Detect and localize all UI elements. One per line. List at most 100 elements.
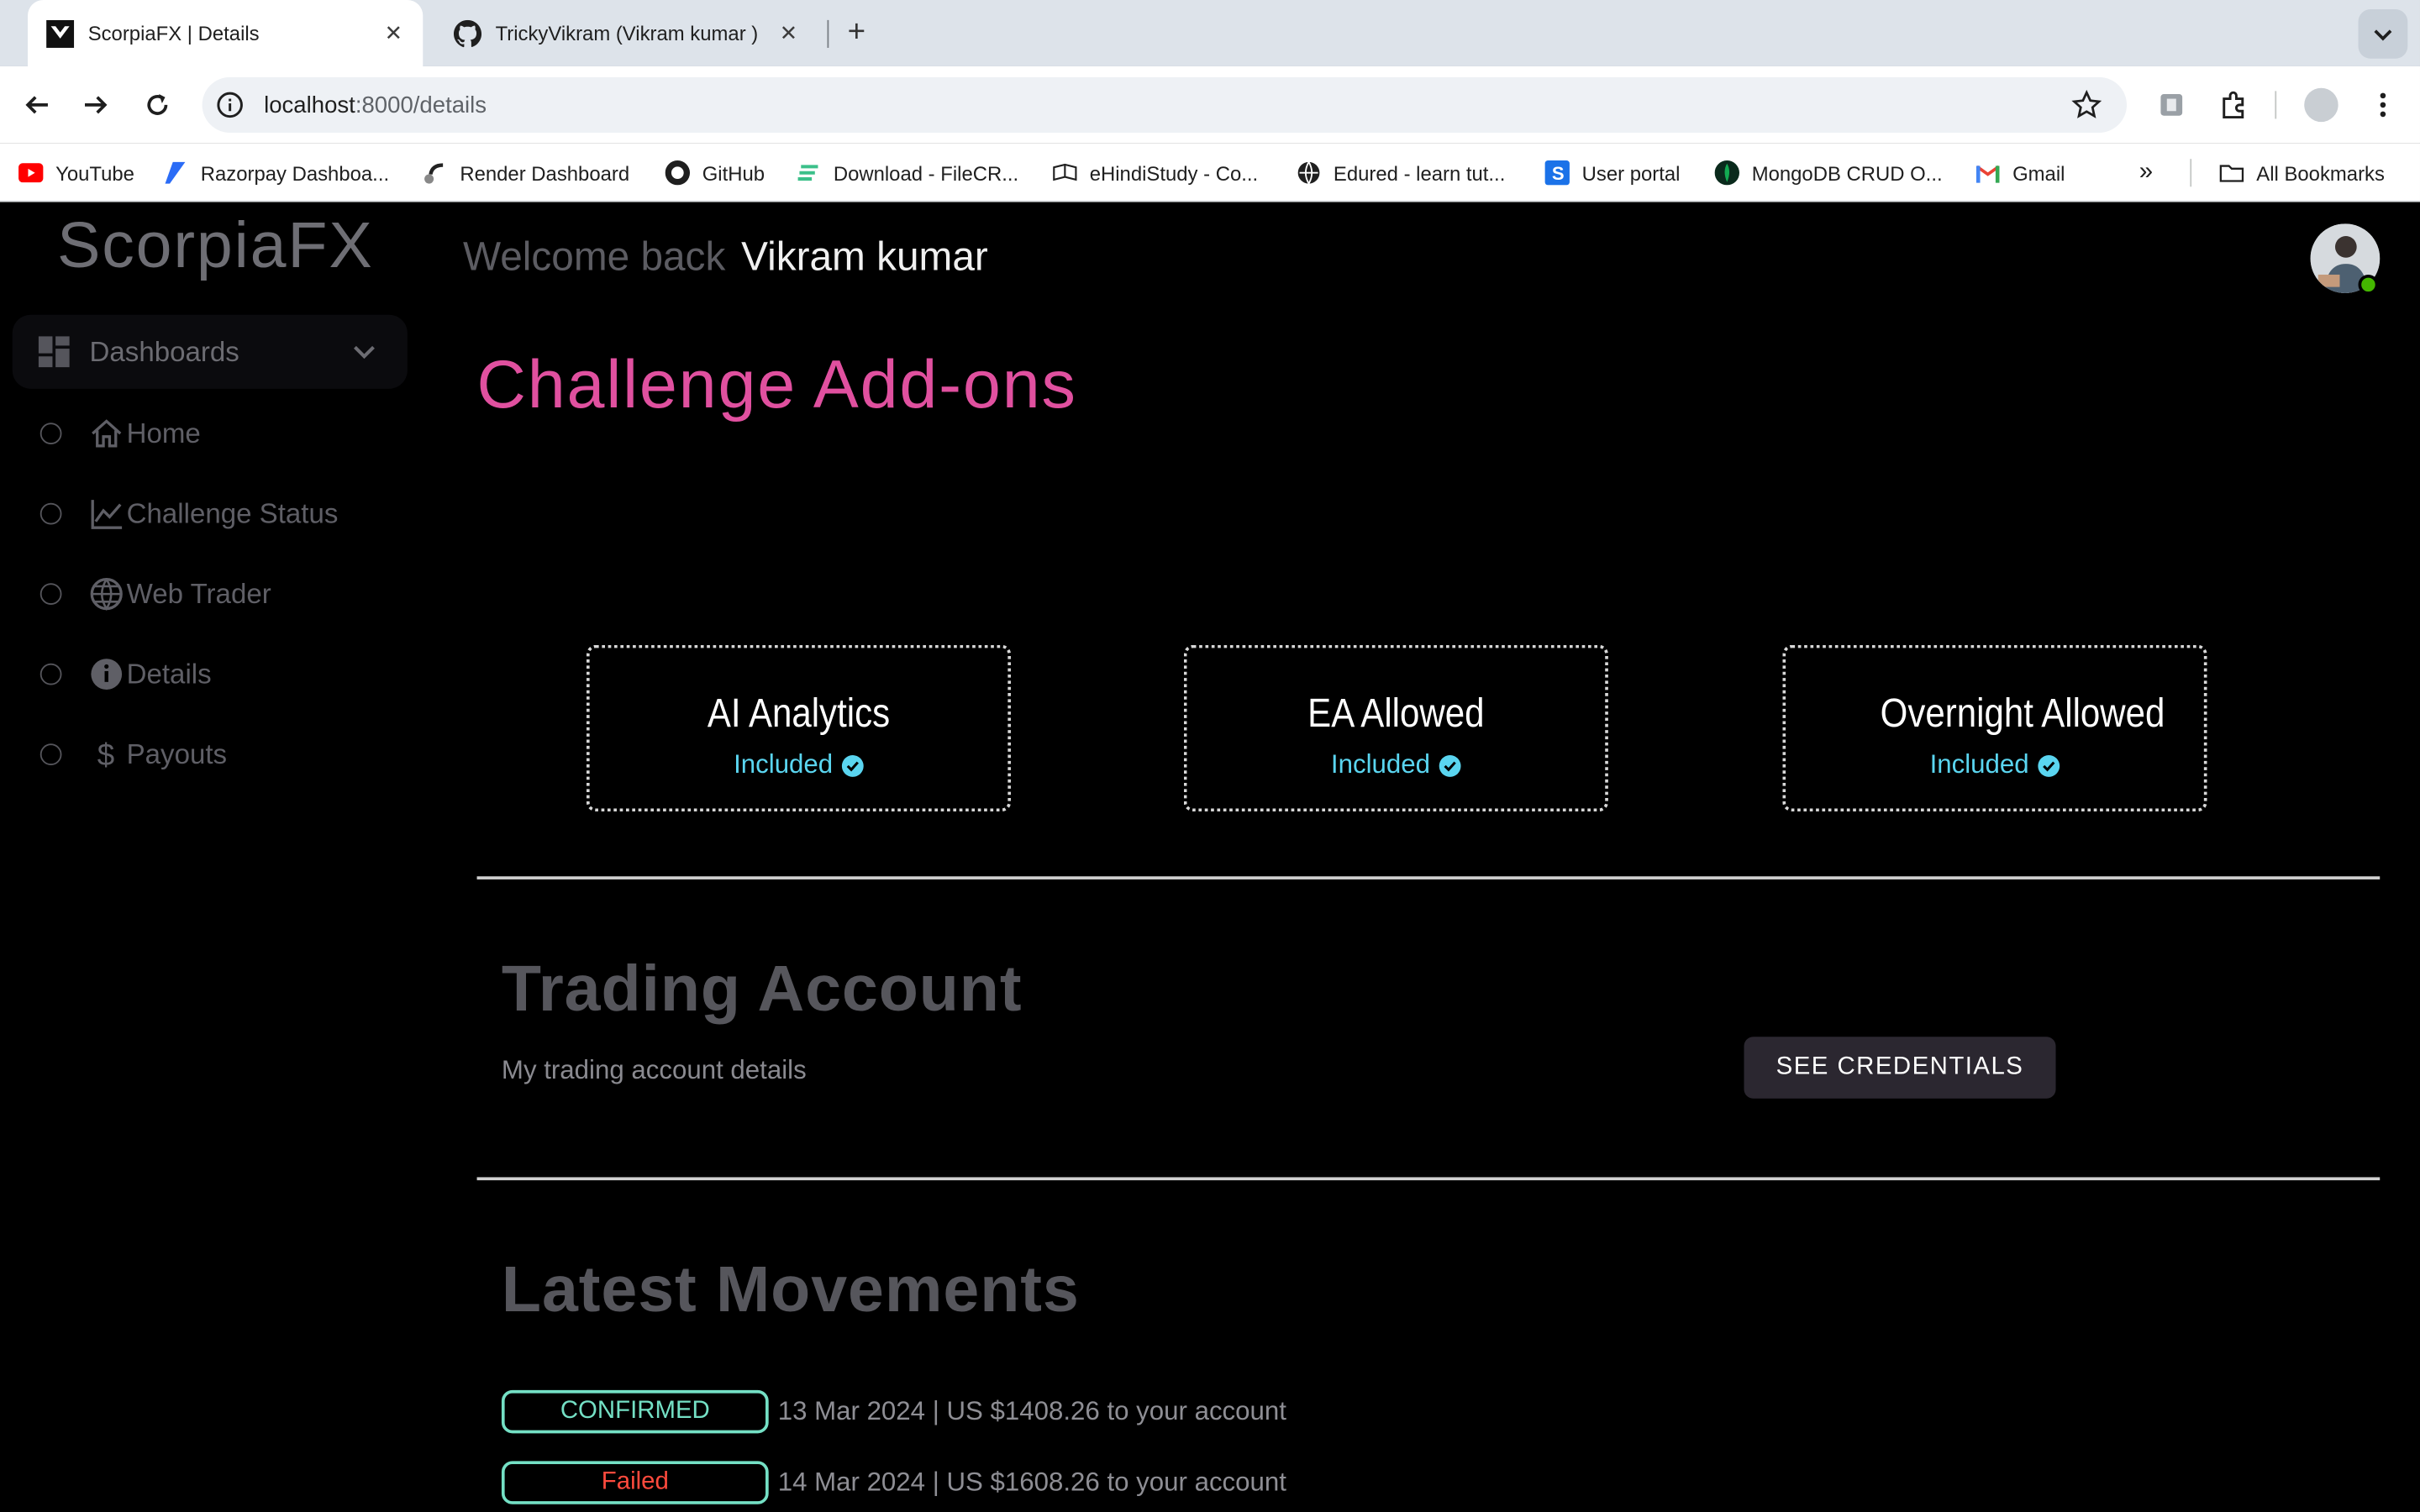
- globe-icon: [90, 577, 124, 611]
- svg-text:$: $: [97, 738, 114, 771]
- bookmark-label: Download - FileCR...: [833, 160, 1019, 185]
- see-credentials-button[interactable]: SEE CREDENTIALS: [1744, 1037, 2056, 1099]
- youtube-icon: [18, 160, 44, 185]
- sidebar-item-label: Web Trader: [126, 577, 271, 609]
- reload-icon[interactable]: [139, 87, 176, 123]
- home-icon: [90, 417, 124, 450]
- sidebar-item-label: Payouts: [126, 738, 228, 769]
- mongodb-icon: [1714, 160, 1739, 186]
- bookmark-render[interactable]: Render Dashboard: [423, 159, 629, 186]
- github-icon: [665, 160, 691, 186]
- bookmark-github[interactable]: GitHub: [665, 159, 765, 186]
- close-tab-icon[interactable]: ✕: [775, 19, 802, 47]
- info-icon: [90, 657, 124, 690]
- bookmark-label: All Bookmarks: [2256, 160, 2385, 185]
- bookmark-mongodb[interactable]: MongoDB CRUD O...: [1714, 159, 1943, 186]
- trading-account-heading: Trading Account: [501, 952, 1023, 1025]
- sidebar-item-challenge-status[interactable]: Challenge Status: [39, 491, 339, 537]
- bookmark-label: Gmail: [2012, 160, 2065, 185]
- sidebar-item-label: Home: [126, 417, 201, 449]
- bookmark-ehindistudy[interactable]: eHindiStudy - Co...: [1053, 159, 1258, 186]
- addon-status-label: Included: [734, 749, 834, 780]
- addon-status-label: Included: [1330, 749, 1430, 780]
- bookmark-youtube[interactable]: YouTube: [18, 159, 134, 186]
- address-bar[interactable]: localhost:8000/details: [202, 76, 2128, 133]
- url-text: localhost:8000/details: [264, 92, 487, 118]
- scorpiafx-favicon-icon: [46, 18, 75, 48]
- back-arrow-icon[interactable]: [18, 87, 55, 123]
- movement-row: CONFIRMED 13 Mar 2024 | US $1408.26 to y…: [501, 1389, 1286, 1434]
- dashboards-label: Dashboards: [89, 335, 239, 367]
- more-bookmarks-chevron-icon[interactable]: »: [2139, 159, 2153, 186]
- url-host: localhost: [264, 92, 355, 118]
- bookmark-label: Razorpay Dashboa...: [200, 160, 390, 185]
- bookmark-gmail[interactable]: Gmail: [1975, 159, 2065, 186]
- sidebar-item-home[interactable]: Home: [39, 411, 201, 457]
- latest-movements-heading: Latest Movements: [501, 1252, 1080, 1326]
- user-name: Vikram kumar: [741, 233, 988, 280]
- dashboard-grid-icon: [38, 336, 70, 368]
- tab-separator: [827, 19, 829, 48]
- bookmark-edured[interactable]: Edured - learn tut...: [1297, 159, 1505, 186]
- bookmark-razorpay[interactable]: Razorpay Dashboa...: [164, 159, 389, 186]
- welcome-message: Welcome back Vikram kumar: [463, 233, 988, 281]
- addon-title: AI Analytics: [707, 690, 891, 737]
- bookmark-label: Render Dashboard: [460, 160, 630, 185]
- chart-line-icon: [90, 496, 124, 530]
- browser-toolbar: localhost:8000/details: [0, 66, 2420, 144]
- new-tab-icon[interactable]: +: [839, 15, 873, 49]
- challenge-addons-heading: Challenge Add-ons: [476, 347, 1077, 423]
- status-badge: Failed: [501, 1461, 769, 1504]
- addon-title: Overnight Allowed: [1880, 690, 2165, 737]
- dashboards-group-toggle[interactable]: Dashboards: [12, 314, 408, 389]
- extensions-puzzle-icon[interactable]: [2215, 87, 2252, 123]
- section-divider: [476, 1177, 2381, 1180]
- sidebar-item-web-trader[interactable]: Web Trader: [39, 571, 271, 617]
- all-bookmarks-folder[interactable]: All Bookmarks: [2219, 159, 2385, 186]
- bookmark-label: eHindiStudy - Co...: [1089, 160, 1259, 185]
- toolbar-separator: [2275, 91, 2277, 119]
- sidebar-item-payouts[interactable]: $ Payouts: [39, 732, 228, 778]
- bookmark-user-portal[interactable]: S User portal: [1544, 159, 1680, 186]
- section-divider: [476, 876, 2381, 879]
- bookmark-label: Edured - learn tut...: [1333, 160, 1506, 185]
- movement-text: 14 Mar 2024 | US $1608.26 to your accoun…: [777, 1467, 1286, 1497]
- forward-arrow-icon[interactable]: [77, 87, 114, 123]
- tab-scorpiafx[interactable]: ScorpiaFX | Details ✕: [28, 0, 424, 66]
- bookmark-label: MongoDB CRUD O...: [1751, 160, 1943, 185]
- chevron-down-icon: [354, 345, 375, 360]
- site-info-icon[interactable]: [214, 90, 245, 121]
- addon-card-overnight-allowed: Overnight Allowed Included: [1782, 644, 2207, 812]
- sidebar: ScorpiaFX Dashboards Home Challenge Stat…: [0, 202, 424, 1512]
- addon-card-ea-allowed: EA Allowed Included: [1183, 644, 1608, 812]
- bullet-circle-icon: [39, 663, 62, 685]
- tab-title: ScorpiaFX | Details: [87, 21, 260, 45]
- check-circle-icon: [841, 754, 864, 776]
- bookmark-star-icon[interactable]: [2071, 89, 2102, 121]
- url-path: :8000/details: [355, 92, 487, 118]
- dollar-icon: $: [90, 738, 124, 771]
- razorpay-icon: [164, 160, 188, 185]
- addon-status-label: Included: [1929, 749, 2029, 780]
- kebab-menu-icon[interactable]: [2365, 87, 2402, 123]
- addon-status: Included: [590, 750, 1008, 781]
- bookmarks-bar: YouTube Razorpay Dashboa... Render Dashb…: [0, 143, 2420, 202]
- addon-title: EA Allowed: [1307, 690, 1485, 737]
- github-icon: [453, 18, 482, 47]
- tab-search-button[interactable]: [2358, 9, 2408, 59]
- check-circle-icon: [2037, 754, 2060, 776]
- tab-github[interactable]: TrickyVikram (Vikram kumar ) ✕: [435, 0, 818, 66]
- folder-icon: [2219, 160, 2244, 185]
- close-tab-icon[interactable]: ✕: [380, 19, 408, 47]
- bookmark-filecr[interactable]: Download - FileCR...: [797, 159, 1018, 186]
- sidebar-item-details[interactable]: Details: [39, 651, 212, 697]
- bullet-circle-icon: [39, 502, 62, 525]
- brand-logo-text: ScorpiaFX: [56, 207, 374, 281]
- addon-status: Included: [1786, 750, 2204, 781]
- addon-status: Included: [1186, 750, 1605, 781]
- profile-avatar-icon[interactable]: [2302, 87, 2339, 123]
- bullet-circle-icon: [39, 423, 62, 444]
- movement-row: Failed 14 Mar 2024 | US $1608.26 to your…: [501, 1461, 1286, 1504]
- bookmark-label: GitHub: [702, 160, 765, 185]
- extension-icon[interactable]: [2153, 87, 2190, 123]
